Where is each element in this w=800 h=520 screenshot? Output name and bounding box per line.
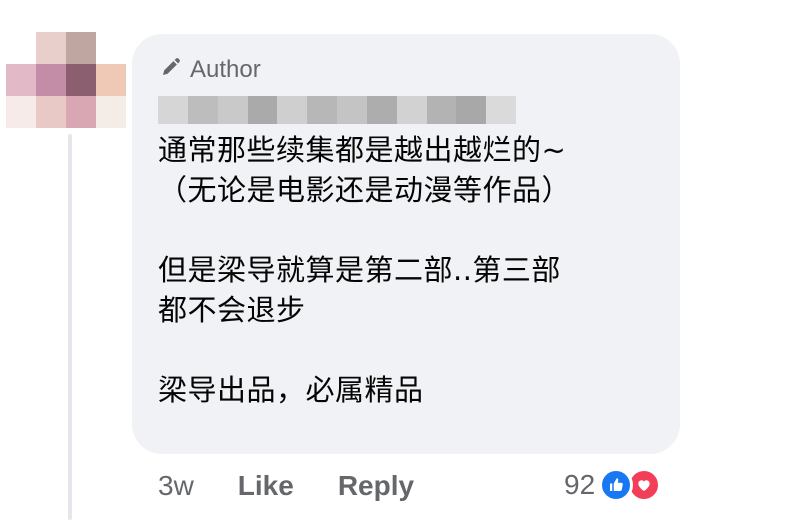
comment-text: 通常那些续集都是越出越烂的~ （无论是电影还是动漫等作品） 但是梁导就算是第二部… <box>158 133 572 407</box>
avatar-pixel <box>96 32 126 64</box>
avatar-pixel <box>6 64 36 96</box>
avatar-pixel <box>6 96 36 128</box>
avatar-pixel <box>6 32 36 64</box>
like-button[interactable]: Like <box>238 470 294 502</box>
pencil-icon <box>160 54 184 85</box>
author-name-blurred[interactable] <box>158 96 516 124</box>
comment-timestamp[interactable]: 3w <box>158 470 194 502</box>
avatar-pixel <box>96 96 126 128</box>
comment-bubble: Author 通常那些续集都是越出越烂的~ （无论是电影还是动漫等作品） 但是梁… <box>132 34 680 454</box>
avatar-pixel <box>66 64 96 96</box>
reply-button[interactable]: Reply <box>338 470 414 502</box>
reaction-count: 92 <box>564 469 596 500</box>
reactions-summary[interactable]: 92 <box>564 468 662 502</box>
thread-line <box>68 134 72 520</box>
avatar[interactable] <box>6 32 126 128</box>
author-badge: Author <box>160 54 261 85</box>
avatar-pixel <box>36 96 66 128</box>
avatar-pixel <box>36 64 66 96</box>
comment-actions: 3w Like Reply <box>158 470 414 502</box>
like-icon <box>599 468 634 502</box>
avatar-pixel <box>66 32 96 64</box>
avatar-pixel <box>36 32 66 64</box>
avatar-pixel <box>96 64 126 96</box>
author-badge-label: Author <box>190 55 261 83</box>
avatar-pixel <box>66 96 96 128</box>
